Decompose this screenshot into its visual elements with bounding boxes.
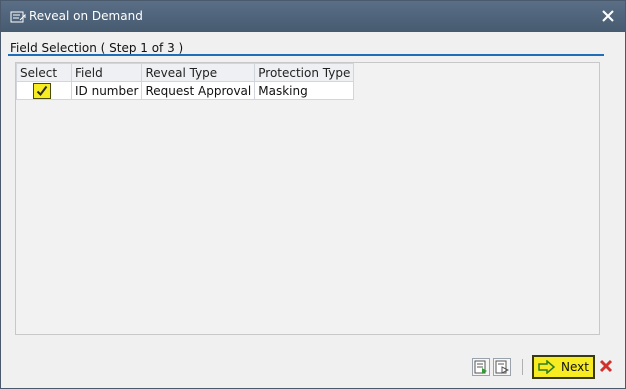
protection-type-cell[interactable]: Masking <box>254 81 355 100</box>
reveal-type-cell[interactable]: Request Approval <box>141 81 256 100</box>
table-area <box>15 62 600 335</box>
table-header-row: Select Field Reveal Type Protection Type <box>16 63 355 82</box>
field-cell[interactable]: ID number <box>70 81 143 100</box>
group-title-rule <box>8 54 604 56</box>
window-title: Reveal on Demand <box>29 9 143 23</box>
dialog-window: Reveal on Demand Field Selection ( Step … <box>0 0 626 389</box>
field-table: Select Field Reveal Type Protection Type… <box>16 63 355 100</box>
arrow-right-icon <box>538 359 556 377</box>
table-row[interactable]: ID number Request Approval Masking <box>16 81 355 100</box>
footer-divider <box>522 359 523 375</box>
column-header-select[interactable]: Select <box>16 63 72 82</box>
column-header-field[interactable]: Field <box>70 63 143 82</box>
left-edge <box>1 32 7 388</box>
column-header-protection-type[interactable]: Protection Type <box>254 63 355 82</box>
checkmark-icon <box>36 85 48 97</box>
select-cell <box>16 81 72 100</box>
next-button-label: Next <box>561 360 589 374</box>
select-checkbox[interactable] <box>33 83 51 99</box>
group-title: Field Selection ( Step 1 of 3 ) <box>10 41 184 55</box>
next-button[interactable]: Next <box>532 355 595 379</box>
column-header-reveal-type[interactable]: Reveal Type <box>141 63 256 82</box>
table-settings-icon[interactable] <box>472 358 490 376</box>
table-export-icon[interactable] <box>493 358 511 376</box>
dialog-icon <box>10 10 26 24</box>
close-icon[interactable] <box>601 9 615 23</box>
cancel-icon[interactable] <box>598 358 614 374</box>
title-bar: Reveal on Demand <box>1 1 625 32</box>
